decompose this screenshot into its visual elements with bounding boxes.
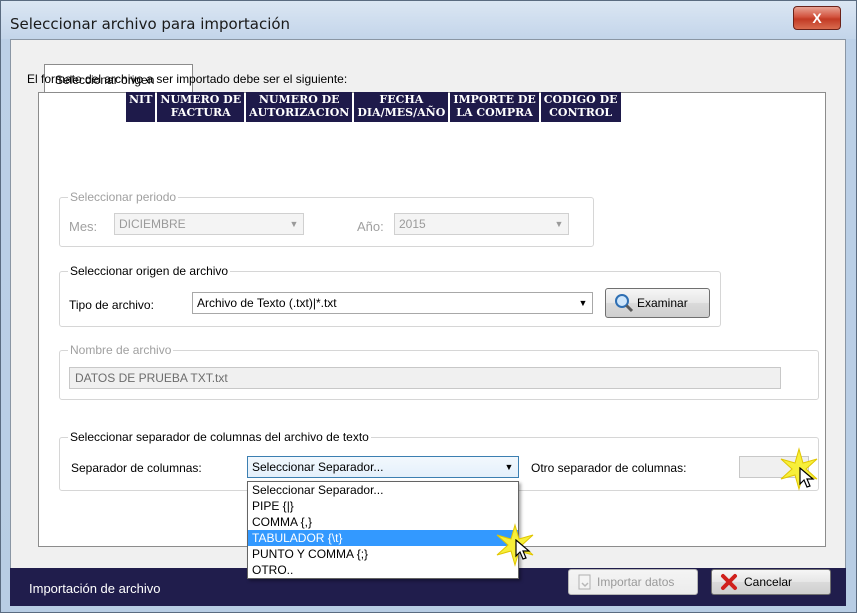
dropdown-option-comma[interactable]: COMMA {,} bbox=[248, 514, 518, 530]
nombre-archivo-legend: Nombre de archivo bbox=[68, 343, 174, 357]
mouse-pointer-icon bbox=[799, 467, 815, 488]
dropdown-option-otro[interactable]: OTRO.. bbox=[248, 562, 518, 578]
dropdown-option-tabulador[interactable]: TABULADOR {\t} bbox=[248, 530, 518, 546]
tipo-archivo-value: Archivo de Texto (.txt)|*.txt bbox=[197, 296, 337, 310]
red-x-icon bbox=[721, 574, 737, 590]
format-column-nit: NIT bbox=[126, 92, 156, 122]
examinar-button[interactable]: Examinar bbox=[605, 288, 710, 318]
mes-value: DICIEMBRE bbox=[119, 217, 186, 231]
otro-separador-label: Otro separador de columnas: bbox=[531, 461, 687, 475]
origen-legend: Seleccionar origen de archivo bbox=[68, 264, 231, 278]
dropdown-option-seleccionar[interactable]: Seleccionar Separador... bbox=[248, 482, 518, 498]
importar-datos-button[interactable]: Importar datos bbox=[568, 569, 698, 595]
format-instructions: El formato del archivo a ser importado d… bbox=[27, 72, 348, 86]
mouse-pointer-icon bbox=[515, 539, 531, 560]
chevron-down-icon: ▼ bbox=[289, 219, 299, 229]
format-column-codigo-control: CODIGO DE CONTROL bbox=[540, 92, 621, 122]
magnifier-icon bbox=[615, 294, 634, 313]
tipo-archivo-select[interactable]: Archivo de Texto (.txt)|*.txt ▼ bbox=[192, 292, 593, 314]
chevron-down-icon: ▼ bbox=[504, 462, 514, 472]
importar-datos-label: Importar datos bbox=[597, 575, 675, 589]
import-dialog-window: Seleccionar archivo para importación X S… bbox=[0, 0, 857, 613]
dropdown-option-pipe[interactable]: PIPE {|} bbox=[248, 498, 518, 514]
periodo-legend: Seleccionar periodo bbox=[68, 190, 179, 204]
format-column-numero-factura: NUMERO DE FACTURA bbox=[157, 92, 245, 122]
mes-label: Mes: bbox=[69, 219, 98, 234]
examinar-label: Examinar bbox=[637, 296, 688, 310]
format-columns: NIT NUMERO DE FACTURA NUMERO DE AUTORIZA… bbox=[126, 92, 621, 122]
dropdown-option-punto-y-comma[interactable]: PUNTO Y COMMA {;} bbox=[248, 546, 518, 562]
status-text: Importación de archivo bbox=[29, 581, 161, 596]
chevron-down-icon: ▼ bbox=[578, 298, 588, 308]
format-column-importe: IMPORTE DE LA COMPRA bbox=[450, 92, 539, 122]
separador-value: Seleccionar Separador... bbox=[252, 460, 384, 474]
cancelar-label: Cancelar bbox=[744, 575, 793, 589]
format-column-numero-autorizacion: NUMERO DE AUTORIZACION bbox=[246, 92, 353, 122]
separador-dropdown-list: Seleccionar Separador... PIPE {|} COMMA … bbox=[247, 481, 519, 579]
separador-legend: Seleccionar separador de columnas del ar… bbox=[68, 430, 371, 444]
close-icon: X bbox=[812, 10, 822, 26]
tipo-archivo-label: Tipo de archivo: bbox=[69, 298, 154, 312]
separador-select[interactable]: Seleccionar Separador... ▼ bbox=[247, 456, 519, 478]
format-column-fecha: FECHA DIA/MES/AÑO bbox=[354, 92, 449, 122]
cancelar-button[interactable]: Cancelar bbox=[711, 569, 831, 595]
anio-value: 2015 bbox=[399, 217, 426, 231]
anio-label: Año: bbox=[357, 219, 384, 234]
chevron-down-icon: ▼ bbox=[554, 219, 564, 229]
close-button[interactable]: X bbox=[793, 6, 841, 30]
import-document-icon bbox=[578, 574, 591, 590]
mes-select[interactable]: DICIEMBRE ▼ bbox=[114, 213, 304, 235]
nombre-archivo-field[interactable]: DATOS DE PRUEBA TXT.txt bbox=[69, 367, 781, 389]
window-title: Seleccionar archivo para importación bbox=[10, 15, 291, 33]
anio-select[interactable]: 2015 ▼ bbox=[394, 213, 569, 235]
title-bar[interactable]: Seleccionar archivo para importación X bbox=[1, 1, 856, 39]
separador-label: Separador de columnas: bbox=[71, 461, 202, 475]
